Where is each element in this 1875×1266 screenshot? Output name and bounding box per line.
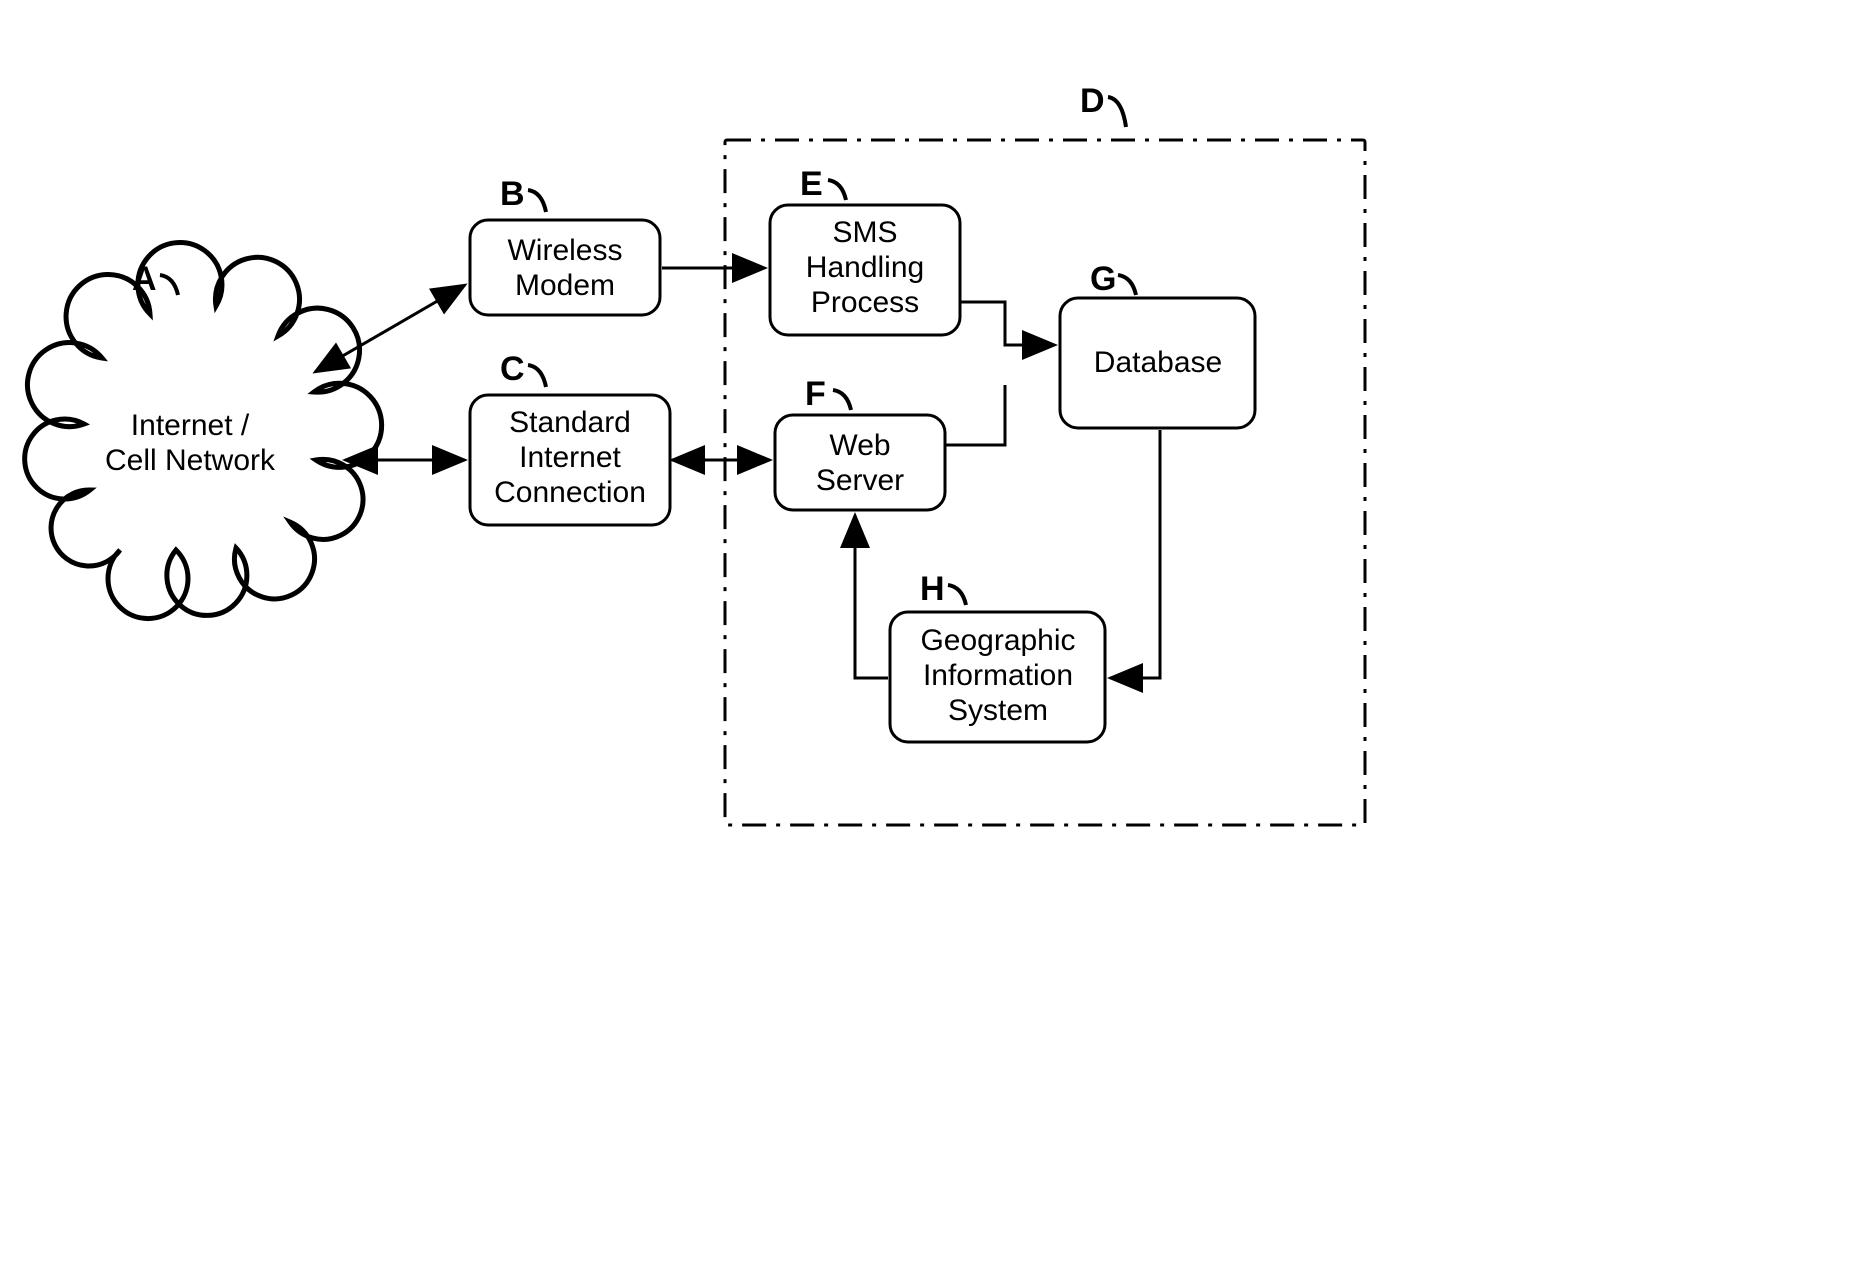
edge-f-g xyxy=(945,385,1005,445)
ref-f-text: F xyxy=(805,375,826,413)
node-e-text-2: Handling xyxy=(806,251,924,284)
node-b-text-1: Wireless xyxy=(507,234,622,267)
node-e-text-1: SMS xyxy=(832,216,897,249)
node-a-text-1: Internet / xyxy=(131,409,250,442)
node-internet-cell-network: Internet / Cell Network xyxy=(25,243,382,619)
node-a-text-2: Cell Network xyxy=(105,444,276,477)
ref-e-text: E xyxy=(800,165,823,203)
node-h-text-2: Information xyxy=(923,659,1073,692)
node-geographic-information-system: Geographic Information System xyxy=(890,612,1105,742)
node-e-text-3: Process xyxy=(811,286,919,319)
ref-h-text: H xyxy=(920,570,945,608)
node-wireless-modem: Wireless Modem xyxy=(470,220,660,315)
ref-g-text: G xyxy=(1090,260,1116,298)
ref-a-text: A xyxy=(132,260,157,298)
ref-d: D xyxy=(1080,82,1126,127)
node-web-server: Web Server xyxy=(775,415,945,510)
node-c-text-1: Standard xyxy=(509,406,631,439)
edge-e-g xyxy=(960,302,1055,345)
node-c-text-3: Connection xyxy=(494,476,646,509)
node-h-text-1: Geographic xyxy=(920,624,1075,657)
ref-f: F xyxy=(805,375,851,413)
node-g-text-1: Database xyxy=(1094,346,1222,379)
system-architecture-diagram: Internet / Cell Network Wireless Modem S… xyxy=(0,0,1875,1266)
node-database: Database xyxy=(1060,298,1255,428)
ref-b: B xyxy=(500,175,546,213)
ref-e: E xyxy=(800,165,846,203)
ref-c-text: C xyxy=(500,350,525,388)
edge-h-f xyxy=(855,515,888,678)
node-b-text-2: Modem xyxy=(515,269,615,302)
ref-b-text: B xyxy=(500,175,525,213)
ref-g: G xyxy=(1090,260,1136,298)
node-c-text-2: Internet xyxy=(519,441,621,474)
node-sms-handling-process: SMS Handling Process xyxy=(770,205,960,335)
ref-d-text: D xyxy=(1080,82,1105,120)
ref-h: H xyxy=(920,570,966,608)
ref-c: C xyxy=(500,350,546,388)
node-f-text-2: Server xyxy=(816,464,904,497)
node-standard-internet-connection: Standard Internet Connection xyxy=(470,395,670,525)
edge-g-h xyxy=(1110,430,1160,678)
node-f-text-1: Web xyxy=(829,429,890,462)
node-h-text-3: System xyxy=(948,694,1048,727)
